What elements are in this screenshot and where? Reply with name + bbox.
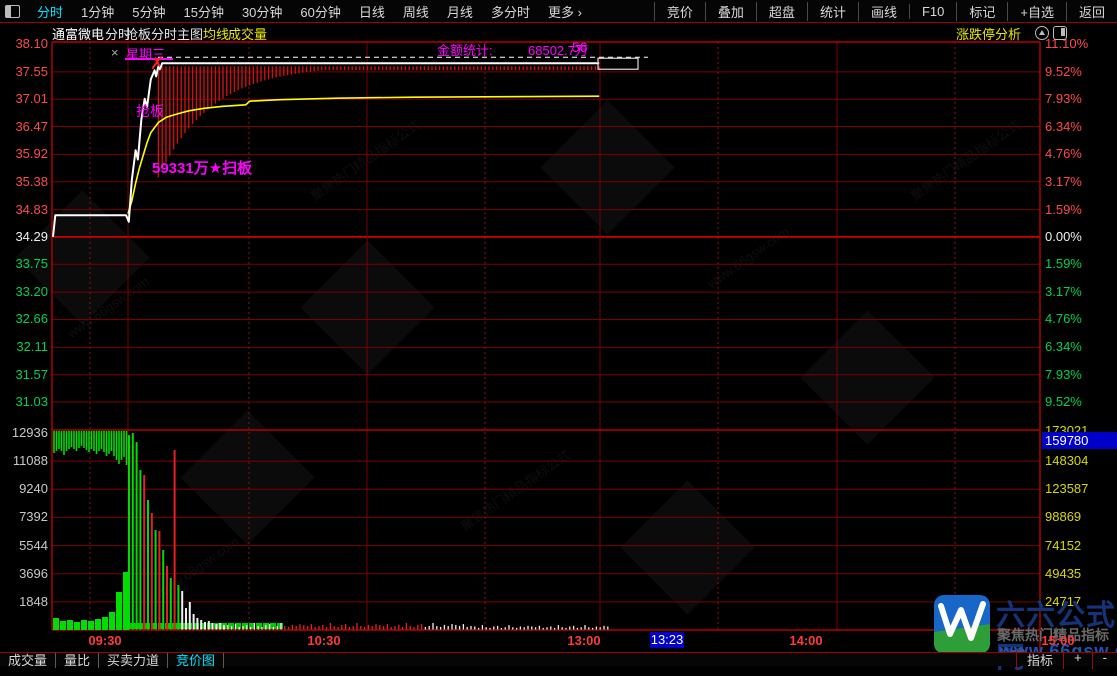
price-axis-label: 32.11 [0,339,48,354]
menu-item-1[interactable]: 1分钟 [72,5,123,20]
menu-item-10[interactable]: 更多 › [539,5,591,20]
pct-axis-label: 4.76% [1045,146,1082,161]
volume-axis-label: 1848 [0,594,48,609]
toolbar-item-8[interactable]: 返回 [1066,2,1117,21]
time-axis-label: 09:30 [88,633,121,648]
pct-axis-label: 3.17% [1045,284,1082,299]
toolbar-item-1[interactable]: 叠加 [705,2,756,21]
price-axis-label: 31.57 [0,367,48,382]
volume-axis-label-right: 74152 [1045,538,1081,553]
price-axis-label: 33.75 [0,256,48,271]
average-price-line [128,96,599,214]
price-line [53,63,599,237]
time-axis-label: 10:30 [307,633,340,648]
price-axis-label: 35.92 [0,146,48,161]
bottom-right-tab-0[interactable]: 指标 [1016,650,1063,669]
toolbar-item-0[interactable]: 竞价 [654,2,705,21]
price-axis-label: 35.38 [0,174,48,189]
top-menu-bar: 分时1分钟5分钟15分钟30分钟60分钟日线周线月线多分时更多 › 竞价叠加超盘… [0,0,1117,23]
price-axis-label: 36.47 [0,119,48,134]
price-axis-label: 33.20 [0,284,48,299]
expand-up-icon[interactable] [1035,26,1049,40]
limit-analysis-link[interactable]: 涨跌停分析 [956,24,1021,43]
volume-axis-label-right: 123587 [1045,481,1088,496]
volume-axis-label: 7392 [0,509,48,524]
pct-axis-label: 7.93% [1045,367,1082,382]
toolbar-item-4[interactable]: 画线 [858,2,909,21]
indicator-tabs: 成交量量比买卖力道竞价图 [0,650,224,669]
chart-canvas[interactable] [0,0,1117,665]
menu-item-9[interactable]: 多分时 [482,5,539,20]
bottom-tab-0[interactable]: 成交量 [0,653,56,668]
menu-item-3[interactable]: 15分钟 [174,5,232,20]
pct-axis-label: 9.52% [1045,394,1082,409]
menu-item-6[interactable]: 日线 [350,5,394,20]
limit-hit-x-marker: ✗ [150,54,164,74]
bottom-right-tabs: 指标+- [1016,650,1117,669]
window-split-icon[interactable] [5,5,20,18]
price-axis-label: 34.83 [0,202,48,217]
pct-axis-label: 0.00% [1045,229,1082,244]
bottom-tab-1[interactable]: 量比 [56,653,99,668]
volume-toggle[interactable]: 成交量 [228,24,267,43]
tools-menu: 竞价叠加超盘统计画线F10标记+自选返回 [654,2,1117,21]
pct-axis-label: 6.34% [1045,339,1082,354]
cursor-time-box: 13:23 [650,632,684,648]
toolbar-item-6[interactable]: 标记 [956,2,1007,21]
toolbar-item-3[interactable]: 统计 [807,2,858,21]
volume-axis-label: 9240 [0,481,48,496]
price-axis-label: 32.66 [0,311,48,326]
volume-axis-label-right: 49435 [1045,566,1081,581]
menu-item-7[interactable]: 周线 [394,5,438,20]
grab-board-annotation: 抢板 [136,101,164,121]
time-axis-label: 15:00 [1041,633,1074,648]
cursor-volume-box: 159780 [1042,432,1117,449]
volume-axis-label-right: 98869 [1045,509,1081,524]
pct-axis-label: 1.59% [1045,256,1082,271]
indicator-name[interactable]: 抢板分时主图 [125,24,203,43]
pct-axis-label: 1.59% [1045,202,1082,217]
time-axis-label: 14:00 [789,633,822,648]
bottom-tab-bar: 成交量量比买卖力道竞价图 指标+- [0,652,1117,666]
volume-axis-label-right: 148304 [1045,453,1088,468]
toolbar-item-5[interactable]: F10 [909,4,956,19]
menu-item-4[interactable]: 30分钟 [233,5,291,20]
volume-axis-label: 5544 [0,538,48,553]
bottom-tab-3[interactable]: 竞价图 [168,653,224,668]
menu-item-8[interactable]: 月线 [438,5,482,20]
price-axis-label: 34.29 [0,229,48,244]
site-logo-icon [933,594,991,654]
pct-axis-label: 3.17% [1045,174,1082,189]
volume-axis-label: 12936 [0,425,48,440]
pane-split-icon[interactable] [1053,26,1067,40]
pct-axis-label: 9.52% [1045,64,1082,79]
sweep-annotation: 59331万★扫板 [152,157,252,178]
pct-axis-label: 7.93% [1045,91,1082,106]
menu-item-0[interactable]: 分时 [28,5,72,20]
bottom-right-tab-2[interactable]: - [1092,650,1117,669]
time-axis-label: 13:00 [567,633,600,648]
volume-axis-label: 11088 [0,453,48,468]
price-axis-label: 37.55 [0,64,48,79]
pct-axis-label: 6.34% [1045,119,1082,134]
price-axis-label: 31.03 [0,394,48,409]
bottom-right-tab-1[interactable]: + [1063,650,1092,669]
stock-name[interactable]: 通富微电 [52,24,104,43]
annotation-close-icon[interactable]: × [111,45,119,60]
period-menu: 分时1分钟5分钟15分钟30分钟60分钟日线周线月线多分时更多 › [28,2,591,21]
chart-title-bar: 通富微电 分时 抢板分时主图 均线 成交量 涨跌停分析 [0,23,1117,42]
volume-axis-label: 3696 [0,566,48,581]
menu-item-5[interactable]: 60分钟 [291,5,349,20]
menu-item-2[interactable]: 5分钟 [123,5,174,20]
price-axis-label: 37.01 [0,91,48,106]
bottom-tab-2[interactable]: 买卖力道 [99,653,168,668]
weekday-underline [125,58,173,60]
ma-toggle[interactable]: 均线 [203,24,229,43]
toolbar-item-7[interactable]: +自选 [1007,2,1066,21]
toolbar-item-2[interactable]: 超盘 [756,2,807,21]
pct-axis-label: 4.76% [1045,311,1082,326]
amount-stat-label: 金额统计: [437,40,493,59]
